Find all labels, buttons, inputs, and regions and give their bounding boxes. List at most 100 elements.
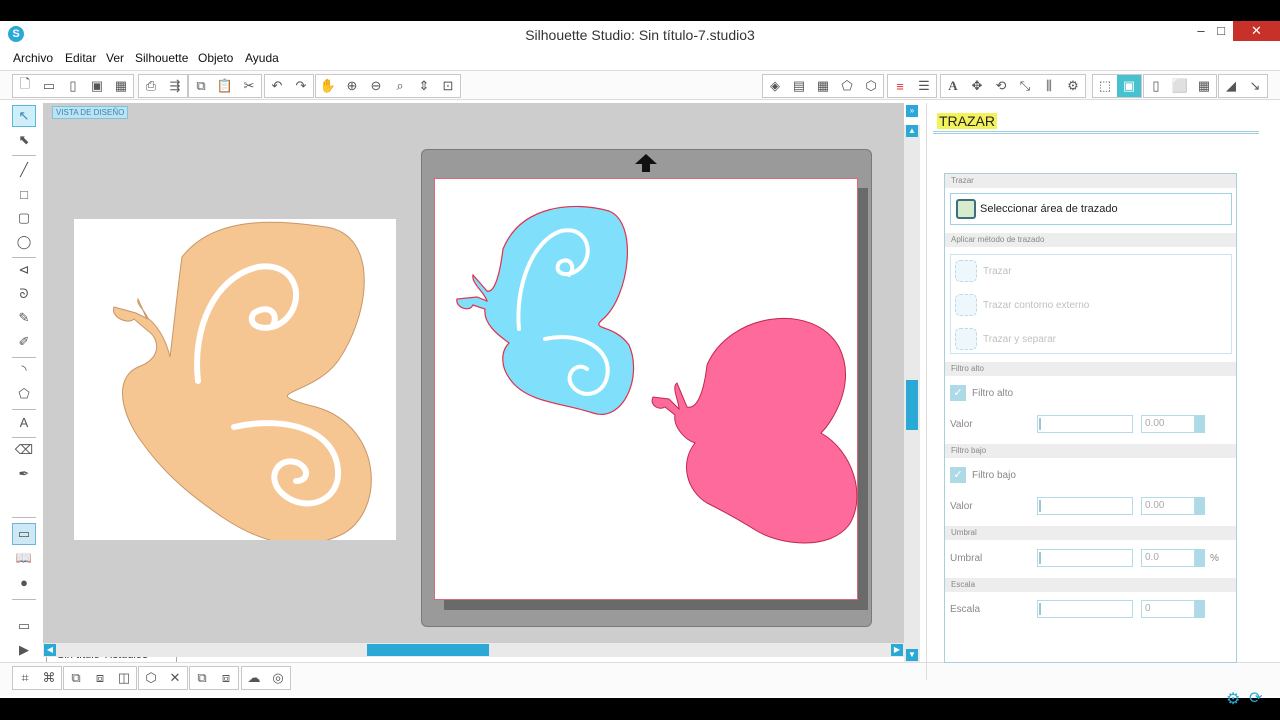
- low-value-input[interactable]: 0.00: [1141, 497, 1195, 515]
- settings-gear-icon[interactable]: ⚙: [1226, 689, 1242, 708]
- bring-forward-icon[interactable]: ⧉: [190, 667, 214, 689]
- send-cut-icon[interactable]: ↘: [1243, 75, 1267, 97]
- paste-icon[interactable]: 📋: [213, 75, 237, 97]
- page-setup-icon[interactable]: ▯: [1144, 75, 1168, 97]
- menu-silhouette[interactable]: Silhouette: [135, 51, 188, 65]
- delete-icon[interactable]: ✕: [163, 667, 187, 689]
- shadow-icon[interactable]: ⬠: [835, 75, 859, 97]
- silhouette-store-icon[interactable]: ●: [12, 571, 36, 593]
- internal-offset-icon[interactable]: ◎: [266, 667, 290, 689]
- threshold-slider[interactable]: [1037, 549, 1133, 567]
- modify-icon[interactable]: ⬚: [1093, 75, 1117, 97]
- design-canvas[interactable]: VISTA DE DISEÑO: [43, 103, 904, 665]
- zoom-drag-icon[interactable]: ⇕: [412, 75, 436, 97]
- scale-input[interactable]: 0: [1141, 600, 1195, 618]
- group-icon[interactable]: ⌗: [13, 667, 37, 689]
- knife-tool-icon[interactable]: ✒: [12, 463, 36, 485]
- method-outline-button[interactable]: Trazar contorno externo: [955, 292, 1089, 318]
- horizontal-scrollbar[interactable]: ◀ ▶: [43, 643, 904, 657]
- registration-marks-icon[interactable]: ⬜: [1168, 75, 1192, 97]
- arc-tool-icon[interactable]: ◝: [12, 359, 36, 381]
- low-filter-checkbox[interactable]: ✓: [950, 467, 966, 483]
- low-filter-slider[interactable]: [1037, 497, 1133, 515]
- pan-hand-icon[interactable]: ✋: [316, 75, 340, 97]
- send-backward-icon[interactable]: ⧈: [214, 667, 238, 689]
- new-document-icon[interactable]: 🗋: [13, 75, 37, 97]
- fill-pattern-icon[interactable]: ▦: [811, 75, 835, 97]
- butterfly-image[interactable]: [74, 219, 396, 545]
- curve-tool-icon[interactable]: ᘐ: [12, 283, 36, 305]
- pentagon-tool-icon[interactable]: ⬠: [12, 383, 36, 405]
- library-view-icon[interactable]: 📖: [12, 547, 36, 569]
- scale-slider[interactable]: [1037, 600, 1133, 618]
- rounded-rectangle-icon[interactable]: ▢: [12, 207, 36, 229]
- cut-icon[interactable]: ✂: [237, 75, 261, 97]
- scroll-left-icon[interactable]: ◀: [44, 644, 56, 656]
- line-color-palette-icon[interactable]: ≡: [888, 75, 912, 97]
- menu-editar[interactable]: Editar: [65, 51, 96, 65]
- send-to-silhouette-icon[interactable]: ⇶: [163, 75, 187, 97]
- smooth-freehand-icon[interactable]: ✐: [12, 331, 36, 353]
- zoom-out-icon[interactable]: ⊖: [364, 75, 388, 97]
- rotate-icon[interactable]: ⟲: [989, 75, 1013, 97]
- release-compound-icon[interactable]: ⧈: [88, 667, 112, 689]
- scale-spinner[interactable]: [1195, 600, 1205, 618]
- ungroup-icon[interactable]: ⌘: [37, 667, 61, 689]
- vertical-scrollbar[interactable]: ▲ ▼: [904, 125, 920, 665]
- make-compound-icon[interactable]: ⧉: [64, 667, 88, 689]
- scale-icon[interactable]: ⤡: [1013, 75, 1037, 97]
- trace-icon[interactable]: ▣: [1117, 75, 1141, 97]
- menu-objeto[interactable]: Objeto: [198, 51, 233, 65]
- page-view-icon[interactable]: ▭: [12, 615, 36, 637]
- high-filter-slider[interactable]: [1037, 415, 1133, 433]
- offset-icon[interactable]: ☁: [242, 667, 266, 689]
- refresh-icon[interactable]: ⟳: [1249, 688, 1265, 707]
- high-value-spinner[interactable]: [1195, 415, 1205, 433]
- collapse-panel-icon[interactable]: »: [906, 105, 918, 117]
- select-arrow-icon[interactable]: ↖: [12, 105, 36, 127]
- vertical-scroll-thumb[interactable]: [906, 380, 918, 430]
- high-value-input[interactable]: 0.00: [1141, 415, 1195, 433]
- save-to-library-icon[interactable]: ▦: [109, 75, 133, 97]
- replicate-icon[interactable]: ⚙: [1061, 75, 1085, 97]
- line-tool-icon[interactable]: ╱: [12, 159, 36, 181]
- high-filter-checkbox[interactable]: ✓: [950, 385, 966, 401]
- cutting-page[interactable]: [434, 178, 858, 600]
- weld-icon[interactable]: ⬡: [139, 667, 163, 689]
- text-style-icon[interactable]: A: [941, 75, 965, 97]
- select-trace-area-button[interactable]: Seleccionar área de trazado: [950, 193, 1232, 225]
- cut-settings-icon[interactable]: ◢: [1219, 75, 1243, 97]
- scroll-down-icon[interactable]: ▼: [906, 649, 918, 661]
- low-value-spinner[interactable]: [1195, 497, 1205, 515]
- design-view-icon[interactable]: ▭: [12, 523, 36, 545]
- close-button[interactable]: ✕: [1233, 21, 1280, 41]
- zoom-selection-icon[interactable]: ⌕: [388, 75, 412, 97]
- method-separate-button[interactable]: Trazar y separar: [955, 326, 1056, 352]
- line-style-icon[interactable]: ☰: [912, 75, 936, 97]
- threshold-spinner[interactable]: [1195, 549, 1205, 567]
- fit-to-page-icon[interactable]: ⊡: [436, 75, 460, 97]
- maximize-button[interactable]: □: [1206, 21, 1236, 41]
- transform-icon[interactable]: ✥: [965, 75, 989, 97]
- fill-gradient-icon[interactable]: ▤: [787, 75, 811, 97]
- grid-icon[interactable]: ▦: [1192, 75, 1216, 97]
- threshold-input[interactable]: 0.0: [1141, 549, 1195, 567]
- eraser-tool-icon[interactable]: ⌫: [12, 439, 36, 461]
- fill-color-icon[interactable]: ◈: [763, 75, 787, 97]
- scroll-right-icon[interactable]: ▶: [891, 644, 903, 656]
- scroll-up-icon[interactable]: ▲: [906, 125, 918, 137]
- line-color-icon[interactable]: ⬡: [859, 75, 883, 97]
- library-icon[interactable]: ▯: [61, 75, 85, 97]
- compound-dark-icon[interactable]: ◫: [112, 667, 136, 689]
- text-tool-icon[interactable]: A: [12, 411, 36, 433]
- menu-ayuda[interactable]: Ayuda: [245, 51, 279, 65]
- freehand-tool-icon[interactable]: ✎: [12, 307, 36, 329]
- save-icon[interactable]: ▣: [85, 75, 109, 97]
- ellipse-tool-icon[interactable]: ◯: [12, 231, 36, 253]
- undo-icon[interactable]: ↶: [265, 75, 289, 97]
- menu-ver[interactable]: Ver: [106, 51, 124, 65]
- open-icon[interactable]: ▭: [37, 75, 61, 97]
- method-trazar-button[interactable]: Trazar: [955, 258, 1012, 284]
- rectangle-tool-icon[interactable]: □: [12, 183, 36, 205]
- polygon-tool-icon[interactable]: ⊲: [12, 259, 36, 281]
